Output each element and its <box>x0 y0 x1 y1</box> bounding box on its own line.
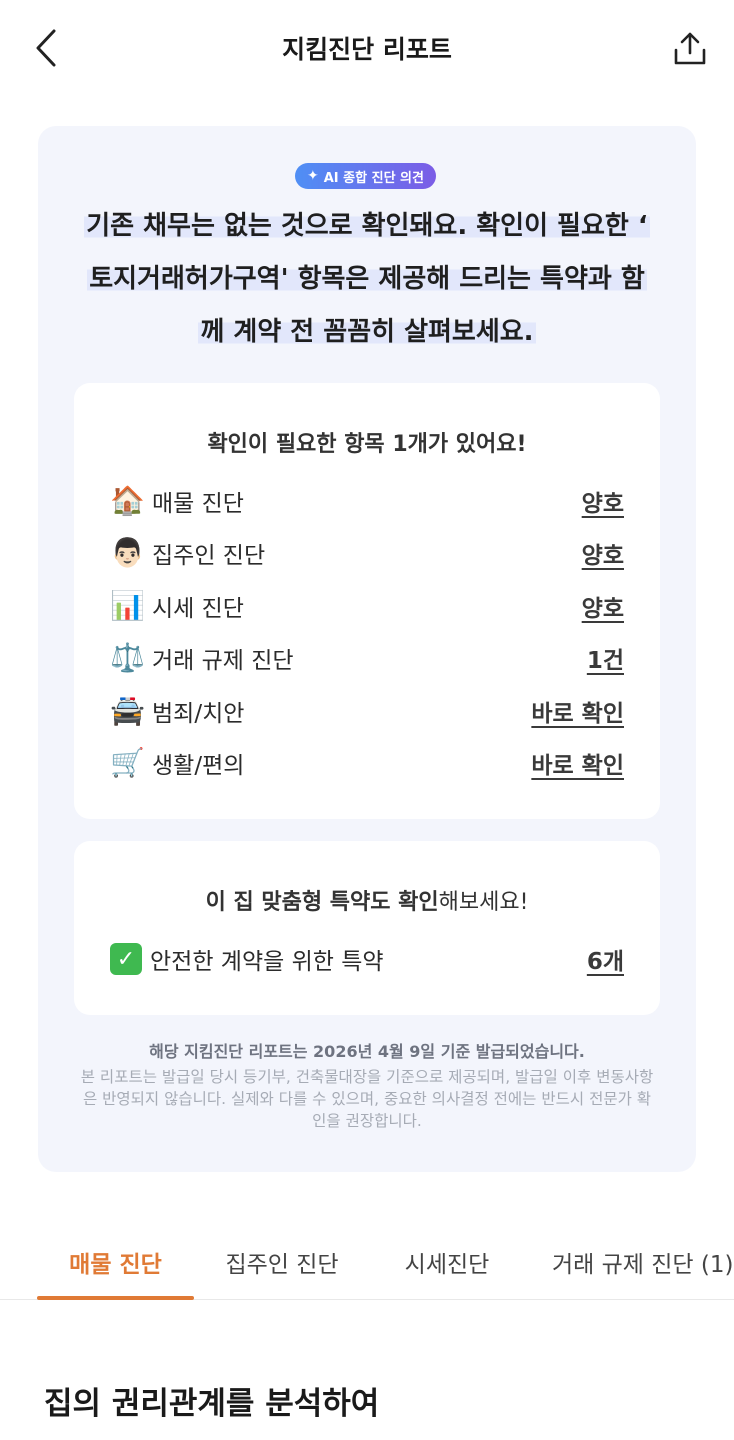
diag-label: 매물 진단 <box>152 491 244 517</box>
special-heading-light: 해보세요! <box>438 890 529 915</box>
diag-label: 거래 규제 진단 <box>152 648 294 674</box>
ai-opinion-badge: ✦ AI 종합 진단 의견 <box>295 163 436 189</box>
diag-row-living[interactable]: 🛒 생활/편의 바로 확인 <box>110 743 624 783</box>
bar-chart-icon: 📊 <box>110 589 145 622</box>
diag-value-link[interactable]: 1건 <box>587 641 624 675</box>
opinion-line: 기존 채무는 없는 것으로 확인돼요. 확인이 필요한 ‘ <box>84 211 650 241</box>
diag-value-link[interactable]: 양호 <box>582 484 624 518</box>
diag-value-link[interactable]: 양호 <box>582 536 624 570</box>
diag-row-owner[interactable]: 👨🏻 집주인 진단 양호 <box>110 533 624 573</box>
man-face-icon: 👨🏻 <box>110 536 145 569</box>
active-tab-indicator <box>37 1296 194 1300</box>
summary-card: ✦ AI 종합 진단 의견 기존 채무는 없는 것으로 확인돼요. 확인이 필요… <box>38 126 696 1172</box>
special-terms-box: 이 집 맞춤형 특약도 확인해보세요! ✓ 안전한 계약을 위한 특약 6개 <box>74 841 660 1015</box>
special-terms-label: 안전한 계약을 위한 특약 <box>150 949 384 975</box>
app-header: 지킴진단 리포트 <box>0 0 734 96</box>
scales-icon: ⚖️ <box>110 641 145 674</box>
diag-value-link[interactable]: 바로 확인 <box>531 746 624 780</box>
check-mark-icon: ✓ <box>110 943 142 975</box>
sparkle-icon: ✦ <box>307 168 319 184</box>
check-items-box: 확인이 필요한 항목 1개가 있어요! 🏠 매물 진단 양호 👨🏻 집주인 진단… <box>74 383 660 819</box>
share-button[interactable] <box>668 26 712 70</box>
issue-date-notice: 해당 지킴진단 리포트는 2026년 4월 9일 기준 발급되었습니다. <box>149 1042 585 1061</box>
diag-label: 범죄/치안 <box>152 701 245 727</box>
opinion-line: 께 계약 전 꼼꼼히 살펴보세요. <box>198 317 536 347</box>
page-title: 지킴진단 리포트 <box>282 35 452 64</box>
check-items-heading: 확인이 필요한 항목 1개가 있어요! <box>207 432 527 457</box>
diag-label: 생활/편의 <box>152 753 245 779</box>
diag-row-price[interactable]: 📊 시세 진단 양호 <box>110 586 624 626</box>
house-icon: 🏠 <box>110 484 145 517</box>
diag-row-property[interactable]: 🏠 매물 진단 양호 <box>110 481 624 521</box>
diag-label: 집주인 진단 <box>152 543 266 569</box>
ai-badge-label: AI 종합 진단 의견 <box>323 170 424 186</box>
diag-value-link[interactable]: 양호 <box>582 589 624 623</box>
opinion-line: 토지거래허가구역' 항목은 제공해 드리는 특약과 함 <box>87 264 647 294</box>
police-car-icon: 🚔 <box>110 694 145 727</box>
tab-property[interactable]: 매물 진단 <box>37 1226 194 1298</box>
diag-label: 시세 진단 <box>152 596 244 622</box>
tab-owner[interactable]: 집주인 진단 <box>207 1226 357 1298</box>
special-terms-count-link[interactable]: 6개 <box>587 942 624 976</box>
special-heading-bold: 이 집 맞춤형 특약도 확인 <box>205 890 439 915</box>
shopping-cart-icon: 🛒 <box>110 746 145 779</box>
section-title: 집의 권리관계를 분석하여 <box>44 1386 380 1422</box>
diagnosis-tabs: 매물 진단 집주인 진단 시세진단 거래 규제 진단 (1) <box>0 1226 734 1300</box>
tab-price[interactable]: 시세진단 <box>382 1226 512 1298</box>
tab-regulation[interactable]: 거래 규제 진단 (1) <box>540 1226 734 1298</box>
diag-value-link[interactable]: 바로 확인 <box>531 694 624 728</box>
special-terms-row[interactable]: ✓ 안전한 계약을 위한 특약 6개 <box>110 939 624 979</box>
diag-row-regulation[interactable]: ⚖️ 거래 규제 진단 1건 <box>110 638 624 678</box>
ai-opinion-text: 기존 채무는 없는 것으로 확인돼요. 확인이 필요한 ‘ 토지거래허가구역' … <box>62 200 672 359</box>
disclaimer-text: 본 리포트는 발급일 당시 등기부, 건축물대장을 기준으로 제공되며, 발급일… <box>80 1068 654 1130</box>
special-terms-heading: 이 집 맞춤형 특약도 확인해보세요! <box>74 884 660 916</box>
diag-row-crime[interactable]: 🚔 범죄/치안 바로 확인 <box>110 691 624 731</box>
share-icon <box>674 32 706 65</box>
